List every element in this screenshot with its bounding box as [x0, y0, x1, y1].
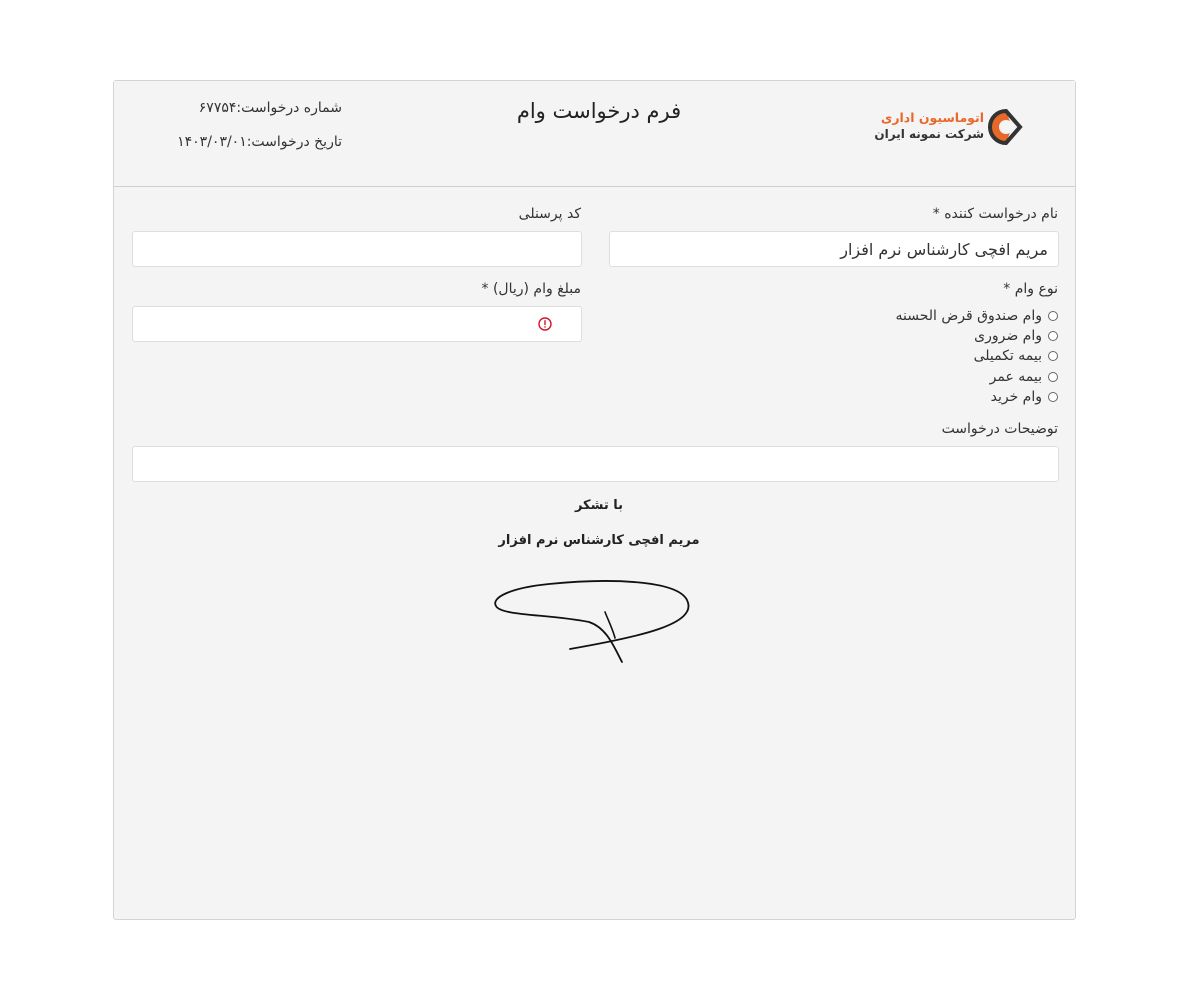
loan-amount-input[interactable] — [132, 306, 582, 342]
logo-line-2: شرکت نمونه ایران — [874, 127, 984, 141]
loan-type-option-1[interactable]: وام صندوق قرض الحسنه — [895, 306, 1058, 326]
radio-button[interactable] — [1048, 372, 1058, 382]
loan-type-option-label: بیمه تکمیلی — [973, 348, 1042, 364]
loan-type-option-5[interactable]: وام خرید — [991, 387, 1058, 407]
description-input[interactable] — [132, 446, 1059, 482]
loan-type-option-2[interactable]: وام ضروری — [974, 326, 1058, 346]
page-title: فرم درخواست وام — [516, 99, 682, 123]
loan-type-option-label: بیمه عمر — [989, 369, 1042, 385]
radio-button[interactable] — [1048, 392, 1058, 402]
company-logo-icon — [988, 109, 1023, 145]
loan-type-option-4[interactable]: بیمه عمر — [990, 367, 1058, 387]
loan-type-label: نوع وام * — [1003, 281, 1058, 297]
loan-amount-label: مبلغ وام (ریال) * — [481, 281, 582, 297]
company-logo: اتوماسیون اداری شرکت نمونه ایران — [874, 107, 1026, 147]
loan-type-option-label: وام خرید — [990, 389, 1042, 405]
request-date: تاریخ درخواست:۱۴۰۳/۰۳/۰۱ — [177, 134, 342, 150]
signer-name: مریم افچی کارشناس نرم افزار — [498, 533, 700, 548]
request-number: شماره درخواست:۶۷۷۵۴ — [198, 100, 342, 116]
loan-request-card: اتوماسیون اداری شرکت نمونه ایران فرم درخ… — [113, 80, 1076, 920]
requester-label: نام درخواست کننده * — [932, 206, 1058, 222]
loan-type-option-label: وام ضروری — [974, 328, 1042, 344]
logo-line-1: اتوماسیون اداری — [880, 110, 984, 125]
personnel-code-label: کد پرسنلی — [518, 206, 581, 222]
radio-button[interactable] — [1048, 331, 1058, 341]
thanks-text: با تشکر — [574, 498, 624, 513]
loan-type-option-label: وام صندوق قرض الحسنه — [895, 308, 1042, 324]
requester-input[interactable] — [609, 231, 1059, 267]
error-circle-icon — [538, 317, 552, 331]
radio-button[interactable] — [1048, 311, 1058, 321]
signature-image — [494, 580, 690, 663]
description-label: توضیحات درخواست — [941, 421, 1058, 437]
radio-button[interactable] — [1048, 351, 1058, 361]
personnel-code-input[interactable] — [132, 231, 582, 267]
form-header: اتوماسیون اداری شرکت نمونه ایران فرم درخ… — [114, 81, 1075, 187]
loan-type-option-3[interactable]: بیمه تکمیلی — [974, 346, 1058, 366]
